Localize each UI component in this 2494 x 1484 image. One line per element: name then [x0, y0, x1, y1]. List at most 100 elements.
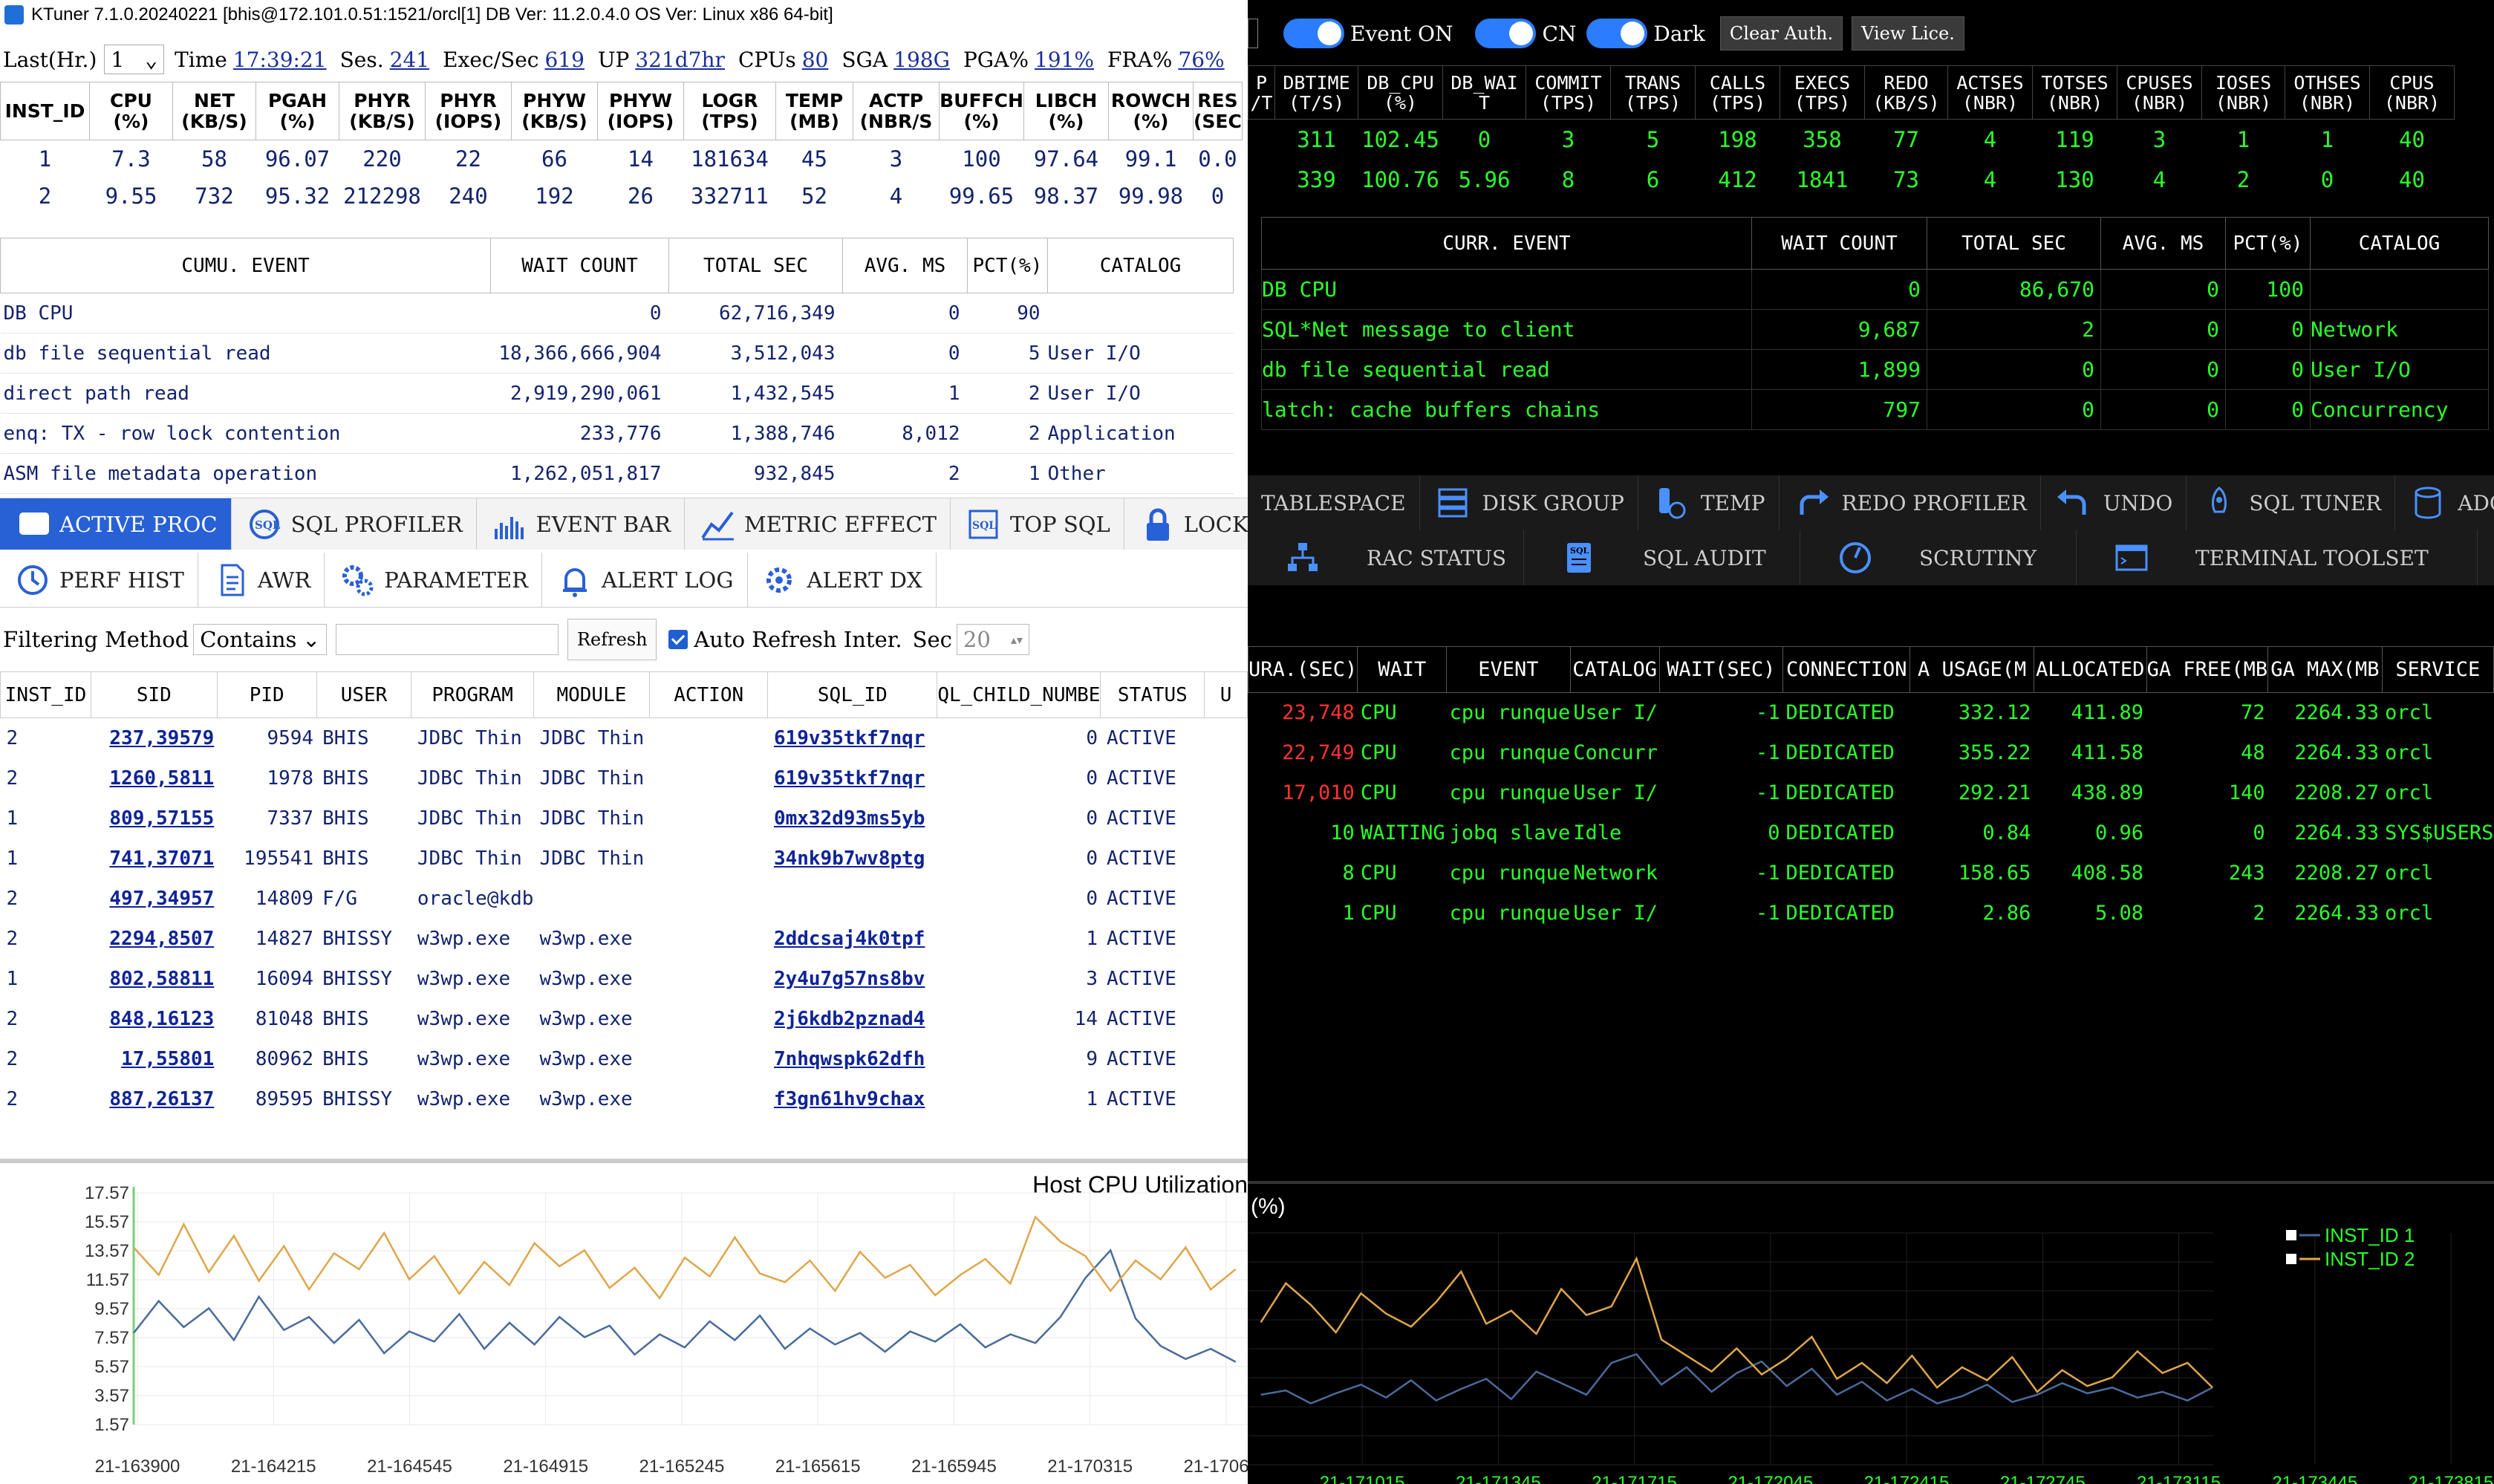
metric-row[interactable]: 1 7.3 58 96.07 220 22 66 14 181634 45 3 100 97.64 99.… — [1, 140, 1243, 178]
curr-event-row[interactable]: SQL*Net message to client 9,687 2 0 0 Network — [1261, 309, 2489, 350]
session-cell[interactable]: f3gn61hv9chax — [768, 1079, 937, 1119]
menu-label: SQL AUDIT — [1643, 545, 1766, 570]
menu-sql-tuner-button[interactable]: SQL TUNER — [2187, 475, 2396, 530]
cumu-event-row[interactable]: DB CPU 0 62,716,349 0 90 — [0, 293, 1234, 333]
session-row[interactable]: 2 497,34957 14809 F/G oracle@kdb 0 ACTIVE — [1, 879, 1248, 919]
rmetric-cell: 4 — [1983, 126, 1997, 152]
filter-text-input[interactable] — [336, 624, 559, 655]
curr-event-row[interactable]: DB CPU 0 86,670 0 100 — [1261, 269, 2489, 310]
rmetric-row[interactable]: 339 100.76 5.96 8 6 412 1841 73 4 130 4 2 0 40 — [1248, 160, 2455, 200]
fra-value[interactable]: 76% — [1178, 48, 1224, 72]
session-row[interactable]: 2 237,39579 9594 BHIS JDBC Thin JDBC Thin 619v… — [1, 718, 1248, 758]
session-cell[interactable]: 809,57155 — [91, 798, 217, 839]
menu-adg-button[interactable]: ADG — [2395, 475, 2494, 530]
session-cell[interactable]: 619v35tkf7nqr — [768, 718, 937, 758]
filter-method-select[interactable]: Contains ⌄ — [193, 624, 328, 655]
time-label: Time — [175, 47, 227, 72]
session-cell[interactable]: 34nk9b7wv8ptg — [768, 839, 937, 879]
menu-rac-status-button[interactable]: RAC STATUS — [1248, 530, 1524, 585]
menu-terminal-toolset-button[interactable]: TERMINAL TOOLSET — [2077, 530, 2478, 585]
session-row[interactable]: 1 741,37071 195541 BHIS JDBC Thin JDBC Thin 34… — [1, 839, 1248, 879]
session-cell: JDBC Thin — [539, 807, 645, 830]
menu-parameter-button[interactable]: PARAMETER — [325, 553, 543, 607]
last-hr-select[interactable]: 1 ⌄ — [104, 45, 165, 74]
session-cell: BHIS — [322, 726, 369, 749]
menu-metric-effect-button[interactable]: METRIC EFFECT — [685, 498, 951, 550]
session-row[interactable]: 1 809,57155 7337 BHIS JDBC Thin JDBC Thin 0mx3… — [1, 798, 1248, 839]
menu-perf-hist-button[interactable]: PERF HIST — [0, 553, 198, 607]
session-cell[interactable]: 741,37071 — [91, 839, 217, 879]
rsession-row[interactable]: 17,010 CPU cpu runque User I/ -1 DEDICATED 292… — [1248, 773, 2494, 813]
stepper-arrows-icon[interactable]: ▴▾ — [1011, 633, 1023, 647]
rmetric-row[interactable]: 311 102.45 0 3 5 198 358 77 4 119 3 1 1 40 — [1248, 120, 2455, 160]
session-row[interactable]: 2 1260,5811 1978 BHIS JDBC Thin JDBC Thin 619v… — [1, 758, 1248, 798]
session-cell[interactable]: 887,26137 — [91, 1079, 217, 1119]
menu-disk-group-button[interactable]: DISK GROUP — [1420, 475, 1638, 530]
pga-value[interactable]: 191% — [1035, 48, 1094, 72]
session-cell[interactable]: 2j6kdb2pznad4 — [768, 999, 937, 1039]
session-cell[interactable]: 237,39579 — [91, 718, 217, 758]
session-row[interactable]: 2 887,26137 89595 BHISSY w3wp.exe w3wp.exe f3g… — [1, 1079, 1248, 1119]
session-cell[interactable]: 2y4u7g57ns8bv — [768, 959, 937, 999]
sec-stepper[interactable]: 20 ▴▾ — [956, 624, 1029, 655]
menu-event-bar-button[interactable]: EVENT BAR — [477, 498, 685, 550]
session-cell[interactable]: 7nhqwspk62dfh — [768, 1039, 937, 1079]
curr-event-row[interactable]: latch: cache buffers chains 797 0 0 0 Concurr… — [1261, 389, 2489, 430]
event-toggle[interactable] — [1283, 19, 1344, 48]
menu-lock-mgmt-button[interactable]: LOCK MGMT — [1124, 498, 1248, 550]
rsession-row[interactable]: 8 CPU cpu runque Network -1 DEDICATED 158.65 40… — [1248, 853, 2494, 894]
session-cell[interactable]: 17,55801 — [91, 1039, 217, 1079]
cumu-event-row[interactable]: enq: TX - row lock contention 233,776 1,38… — [0, 413, 1234, 454]
sessions-value[interactable]: 241 — [390, 48, 429, 72]
session-row[interactable]: 1 802,58811 16094 BHISSY w3wp.exe w3wp.exe 2y4… — [1, 959, 1248, 999]
session-cell[interactable]: 497,34957 — [91, 879, 217, 919]
session-row[interactable]: 2 17,55801 80962 BHIS w3wp.exe w3wp.exe 7nhqws… — [1, 1039, 1248, 1079]
menu-scrutiny-button[interactable]: SCRUTINY — [1800, 530, 2077, 585]
menu-active-proc-button[interactable]: ACTIVE PROC — [0, 498, 232, 550]
session-cell[interactable] — [768, 879, 937, 919]
cumu-event-row[interactable]: db file sequential read 18,366,666,904 3,5… — [0, 333, 1234, 374]
dark-toggle[interactable] — [1586, 19, 1648, 48]
session-cell[interactable]: 1260,5811 — [91, 758, 217, 798]
sga-value[interactable]: 198G — [893, 48, 950, 72]
metric-cell: 3 — [889, 146, 903, 172]
session-cell — [649, 919, 768, 959]
fra-label: FRA% — [1107, 47, 1173, 72]
curr-event-row[interactable]: db file sequential read 1,899 0 0 0 User I/O — [1261, 349, 2489, 390]
menu-alert-log-button[interactable]: ALERT LOG — [542, 553, 748, 607]
rsession-cell: -1 — [1756, 781, 1780, 804]
session-cell: w3wp.exe — [539, 927, 633, 950]
rsession-row[interactable]: 22,749 CPU cpu runque Concurr -1 DEDICATED 355… — [1248, 733, 2494, 773]
session-row[interactable]: 2 2294,8507 14827 BHISSY w3wp.exe w3wp.exe 2dd… — [1, 919, 1248, 959]
rsession-cell: 355.22 — [1958, 741, 2031, 764]
view-license-button[interactable]: View Lice. — [1852, 16, 1964, 51]
session-cell[interactable]: 802,58811 — [91, 959, 217, 999]
cn-toggle[interactable] — [1475, 19, 1537, 48]
menu-undo-button[interactable]: UNDO — [2041, 475, 2187, 530]
rsession-row[interactable]: 23,748 CPU cpu runque User I/ -1 DEDICATED 332… — [1248, 693, 2494, 733]
menu-awr-button[interactable]: AWR — [198, 553, 325, 607]
clear-auth-button[interactable]: Clear Auth. — [1719, 16, 1843, 51]
menu-top-sql-button[interactable]: SQL TOP SQL — [951, 498, 1124, 550]
menu-sql-audit-button[interactable]: SQL SQL AUDIT — [1524, 530, 1800, 585]
menu-tablespace-button[interactable]: TABLESPACE — [1248, 475, 1420, 530]
session-cell[interactable]: 0mx32d93ms5yb — [768, 798, 937, 839]
rsession-row[interactable]: 10 WAITING jobq slave Idle 0 DEDICATED 0.84 0.9… — [1248, 813, 2494, 853]
cumu-event-row[interactable]: ASM file metadata operation 1,262,051,817… — [0, 453, 1234, 494]
session-cell[interactable]: 2ddcsaj4k0tpf — [768, 919, 937, 959]
auto-refresh-checkbox[interactable] — [668, 630, 688, 649]
session-cell[interactable]: 848,16123 — [91, 999, 217, 1039]
menu-alert-dx-button[interactable]: ALERT DX — [748, 553, 937, 607]
menu-sql-profiler-button[interactable]: SQL SQL PROFILER — [232, 498, 477, 550]
session-cell[interactable]: 619v35tkf7nqr — [768, 758, 937, 798]
menu-redo-profiler-button[interactable]: REDO PROFILER — [1780, 475, 2041, 530]
menu-temp-button[interactable]: TEMP — [1638, 475, 1780, 530]
session-row[interactable]: 2 848,16123 81048 BHIS w3wp.exe w3wp.exe 2j6kd… — [1, 999, 1248, 1039]
refresh-button[interactable]: Refresh — [567, 619, 657, 660]
rsession-row[interactable]: 1 CPU cpu runque User I/ -1 DEDICATED 2.86 5.08… — [1248, 894, 2494, 934]
x-tick-label: 21-165945 — [911, 1457, 997, 1477]
cumu-event-row[interactable]: direct path read 2,919,290,061 1,432,545 1 2… — [0, 373, 1234, 414]
metric-row[interactable]: 2 9.55 732 95.32 212298 240 192 26 332711 52 4 99.6… — [1, 178, 1243, 215]
session-cell[interactable]: 2294,8507 — [91, 919, 217, 959]
session-cell: ACTIVE — [1106, 726, 1176, 749]
